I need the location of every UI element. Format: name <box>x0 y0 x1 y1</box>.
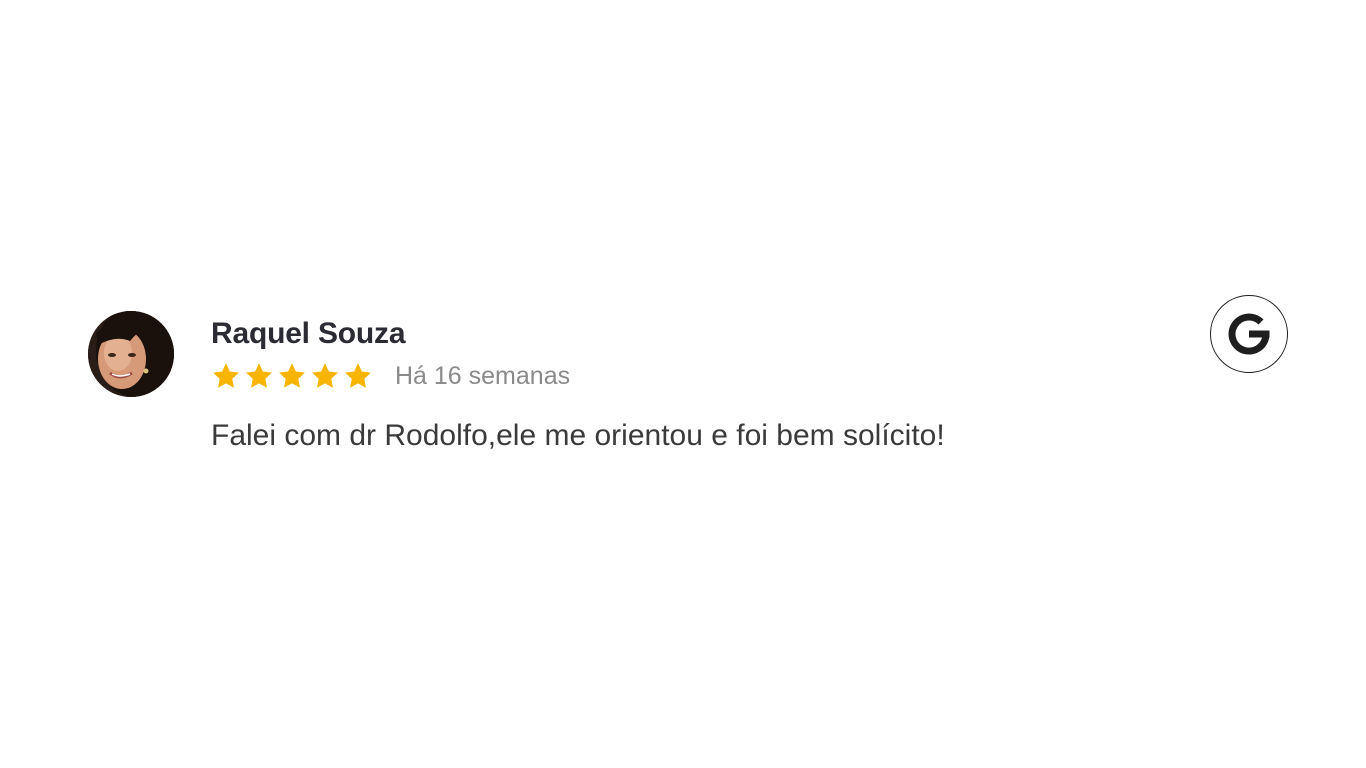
reviewer-name: Raquel Souza <box>211 317 406 350</box>
review-card: Raquel Souza Há 16 semanas Falei com dr … <box>88 295 1298 469</box>
star-rating <box>211 361 373 391</box>
review-text: Falei com dr Rodolfo,ele me orientou e f… <box>211 419 945 452</box>
review-date: Há 16 semanas <box>395 361 571 390</box>
google-icon[interactable] <box>1210 295 1288 373</box>
star-icon <box>345 363 371 388</box>
star-icon <box>213 363 239 388</box>
avatar <box>88 311 174 397</box>
google-g-icon <box>1228 313 1270 355</box>
star-icon <box>312 363 338 388</box>
rating-row: Há 16 semanas <box>211 359 570 393</box>
star-icon <box>279 363 305 388</box>
avatar-image <box>88 311 174 397</box>
star-icon <box>246 363 272 388</box>
review-widget: Raquel Souza Há 16 semanas Falei com dr … <box>0 0 1366 768</box>
